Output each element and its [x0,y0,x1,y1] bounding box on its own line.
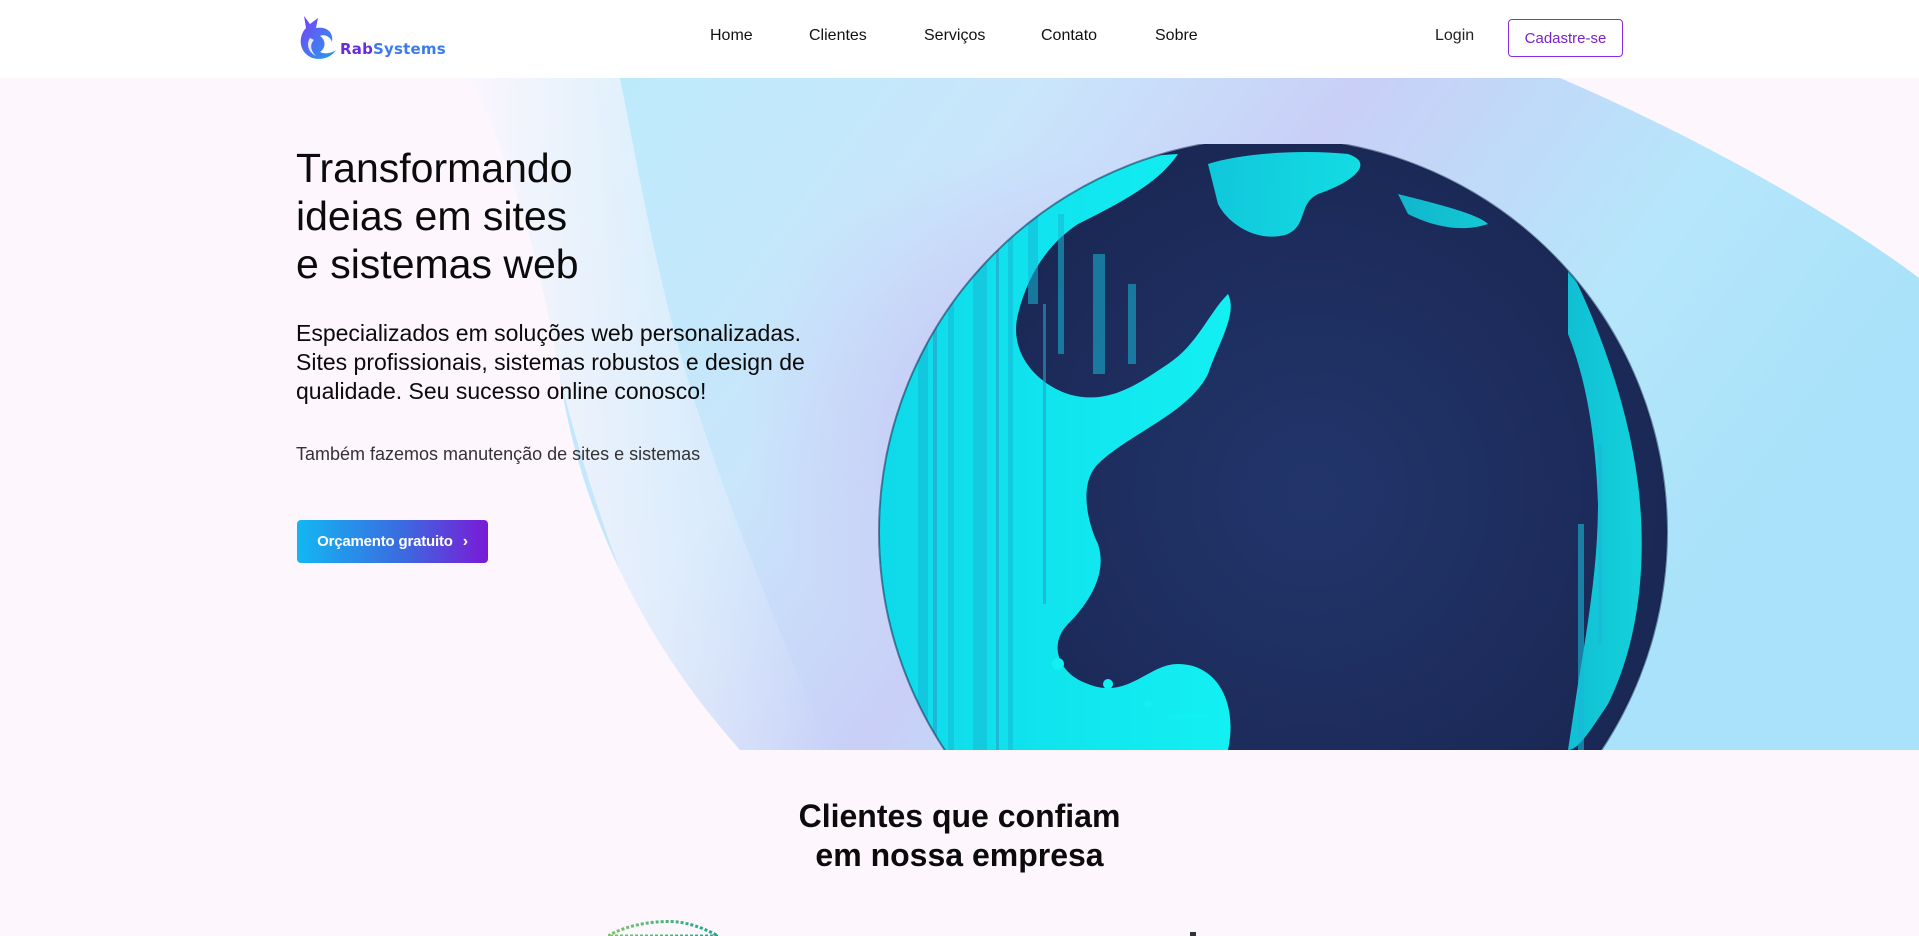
login-link[interactable]: Login [1435,27,1474,45]
client-logo-icon [608,920,718,936]
free-quote-button[interactable]: Orçamento gratuito › [297,520,488,563]
nav-item-home[interactable]: Home [710,27,753,45]
chevron-right-icon: › [462,532,468,550]
clients-section-title: Clientes que confiam em nossa empresa [798,798,1121,873]
hero-section: Transformando ideias em sites e sistemas… [0,78,1919,750]
hero-title: Transformando ideias em sites e sistemas… [296,145,579,287]
signup-button[interactable]: Cadastre-se [1508,19,1623,57]
nav-item-contato[interactable]: Contato [1041,27,1097,45]
brand-logo[interactable]: RabSystems [296,14,446,62]
brand-name: RabSystems [340,40,446,58]
hero-subtitle: Especializados em soluções web personali… [296,320,805,404]
nav-item-clientes[interactable]: Clientes [809,27,867,45]
free-quote-label: Orçamento gratuito [317,533,453,550]
site-header: RabSystems Home Clientes Serviços Contat… [0,0,1919,78]
nav-item-sobre[interactable]: Sobre [1155,27,1198,45]
client-logo-icon [1190,932,1196,936]
hero-note: Também fazemos manutenção de sites e sis… [296,444,701,464]
fox-logo-icon [300,16,336,59]
globe-illustration [878,144,1668,750]
nav-item-servicos[interactable]: Serviços [924,27,985,45]
